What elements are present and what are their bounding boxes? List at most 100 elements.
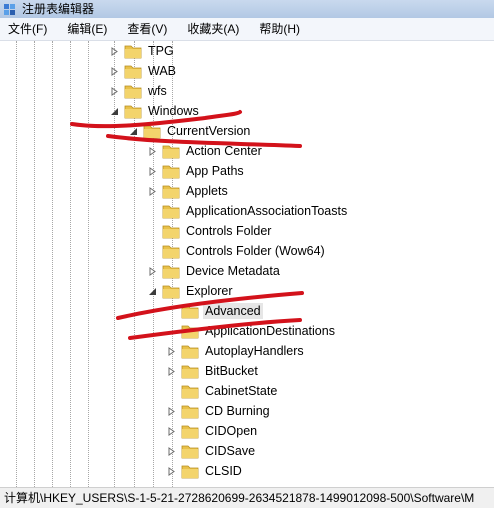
title-bar: 注册表编辑器 <box>0 0 494 18</box>
tree-node-label: ApplicationDestinations <box>205 324 335 338</box>
tree-node-label: Controls Folder (Wow64) <box>186 244 325 258</box>
folder-icon <box>181 343 199 359</box>
folder-icon <box>181 403 199 419</box>
folder-icon <box>162 283 180 299</box>
tree-node-autoplayhandlers[interactable]: AutoplayHandlers <box>165 341 306 361</box>
expand-arrow-icon[interactable] <box>165 465 177 477</box>
expand-arrow-icon[interactable] <box>165 425 177 437</box>
tree-node-windows[interactable]: Windows <box>108 101 201 121</box>
folder-icon <box>162 183 180 199</box>
tree-node-clsid[interactable]: CLSID <box>165 461 244 481</box>
tree-node-advanced[interactable]: Advanced <box>165 301 263 321</box>
folder-icon <box>162 223 180 239</box>
expand-arrow-icon[interactable] <box>146 145 158 157</box>
tree-node-bitbucket[interactable]: BitBucket <box>165 361 260 381</box>
expand-arrow-icon[interactable] <box>165 445 177 457</box>
tree-node-label: BitBucket <box>205 364 258 378</box>
tree-guide-line <box>16 41 17 487</box>
tree-node-cidsave[interactable]: CIDSave <box>165 441 257 461</box>
tree-node-label: CurrentVersion <box>167 124 251 138</box>
tree-node-tpg[interactable]: TPG <box>108 41 176 61</box>
tree-node-label: Explorer <box>186 284 233 298</box>
tree-node-label: CabinetState <box>205 384 278 398</box>
expand-arrow-icon[interactable] <box>165 365 177 377</box>
tree-node-wab[interactable]: WAB <box>108 61 178 81</box>
folder-icon <box>124 43 142 59</box>
tree-node-controls-folder-wow64-[interactable]: Controls Folder (Wow64) <box>146 241 327 261</box>
menu-favorites[interactable]: 收藏夹(A) <box>177 18 249 40</box>
tree-guide-line <box>88 41 89 487</box>
folder-icon <box>181 443 199 459</box>
collapse-arrow-icon[interactable] <box>108 105 120 117</box>
tree-node-label: Device Metadata <box>186 264 280 278</box>
tree-node-cabinetstate[interactable]: CabinetState <box>165 381 279 401</box>
tree-guide-line <box>34 41 35 487</box>
tree-node-label: AutoplayHandlers <box>205 344 304 358</box>
tree-node-label: ApplicationAssociationToasts <box>186 204 348 218</box>
expand-arrow-icon[interactable] <box>108 65 120 77</box>
folder-icon <box>162 263 180 279</box>
folder-icon <box>181 363 199 379</box>
folder-icon <box>181 383 199 399</box>
registry-tree[interactable]: TPG WAB wfs Windows CurrentVersion Action Cen… <box>0 41 494 487</box>
tree-node-device-metadata[interactable]: Device Metadata <box>146 261 282 281</box>
status-bar-path: 计算机\HKEY_USERS\S-1-5-21-2728620699-26345… <box>0 487 494 508</box>
tree-node-currentversion[interactable]: CurrentVersion <box>127 121 252 141</box>
folder-icon <box>124 103 142 119</box>
tree-node-label: Advanced <box>203 303 263 319</box>
tree-node-wfs[interactable]: wfs <box>108 81 169 101</box>
tree-guide-line <box>70 41 71 487</box>
tree-guide-line <box>52 41 53 487</box>
tree-node-label: CIDOpen <box>205 424 258 438</box>
tree-node-controls-folder[interactable]: Controls Folder <box>146 221 273 241</box>
expand-arrow-icon[interactable] <box>108 45 120 57</box>
tree-node-label: WAB <box>148 64 177 78</box>
tree-node-action-center[interactable]: Action Center <box>146 141 264 161</box>
tree-node-label: CLSID <box>205 464 242 478</box>
tree-node-label: Applets <box>186 184 228 198</box>
tree-node-label: Windows <box>148 104 199 118</box>
window-title: 注册表编辑器 <box>22 2 95 16</box>
folder-icon <box>162 243 180 259</box>
folder-icon <box>181 463 199 479</box>
folder-icon <box>181 323 199 339</box>
expand-arrow-icon[interactable] <box>165 405 177 417</box>
expand-arrow-icon[interactable] <box>146 185 158 197</box>
expand-arrow-icon[interactable] <box>108 85 120 97</box>
tree-node-app-paths[interactable]: App Paths <box>146 161 246 181</box>
tree-node-label: App Paths <box>186 164 244 178</box>
tree-node-applets[interactable]: Applets <box>146 181 230 201</box>
folder-icon <box>143 123 161 139</box>
tree-node-label: CD Burning <box>205 404 270 418</box>
menu-edit[interactable]: 编辑(E) <box>57 18 117 40</box>
folder-icon <box>181 303 199 319</box>
tree-node-cidopen[interactable]: CIDOpen <box>165 421 259 441</box>
folder-icon <box>162 203 180 219</box>
tree-node-cd-burning[interactable]: CD Burning <box>165 401 272 421</box>
expand-arrow-icon[interactable] <box>146 165 158 177</box>
folder-icon <box>124 83 142 99</box>
registry-editor-icon <box>3 3 16 16</box>
menu-bar: 文件(F) 编辑(E) 查看(V) 收藏夹(A) 帮助(H) <box>0 18 494 41</box>
menu-help[interactable]: 帮助(H) <box>249 18 310 40</box>
expand-arrow-icon[interactable] <box>165 345 177 357</box>
tree-node-applicationdestinations[interactable]: ApplicationDestinations <box>165 321 337 341</box>
tree-node-explorer[interactable]: Explorer <box>146 281 235 301</box>
expand-arrow-icon[interactable] <box>146 265 158 277</box>
tree-node-label: wfs <box>148 84 167 98</box>
tree-node-applicationassociationtoasts[interactable]: ApplicationAssociationToasts <box>146 201 349 221</box>
tree-node-label: Controls Folder <box>186 224 272 238</box>
collapse-arrow-icon[interactable] <box>127 125 139 137</box>
menu-file[interactable]: 文件(F) <box>0 18 57 40</box>
folder-icon <box>162 143 180 159</box>
folder-icon <box>181 423 199 439</box>
tree-node-label: CIDSave <box>205 444 256 458</box>
menu-view[interactable]: 查看(V) <box>117 18 177 40</box>
collapse-arrow-icon[interactable] <box>146 285 158 297</box>
